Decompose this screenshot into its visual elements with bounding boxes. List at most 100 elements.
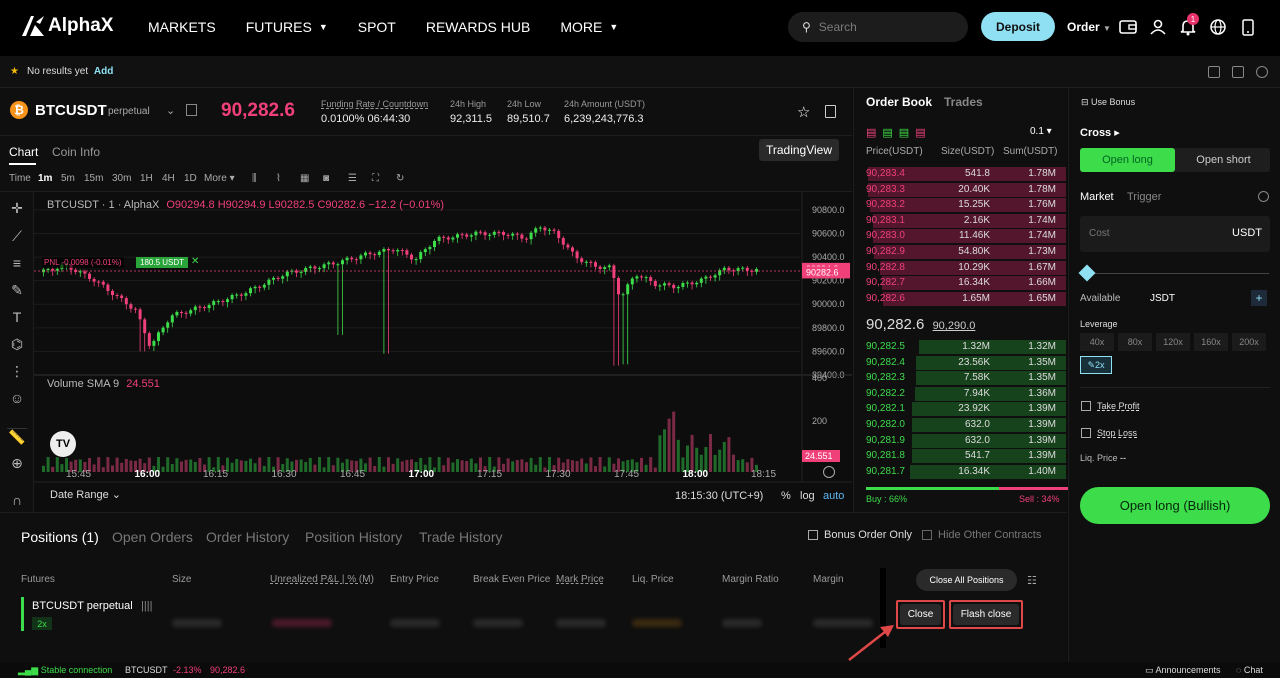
slider-handle[interactable] — [1078, 264, 1096, 282]
close-position-button[interactable]: Close — [900, 604, 941, 625]
cost-input[interactable]: Cost USDT — [1080, 216, 1270, 252]
filter-icon[interactable]: ☷ — [1027, 574, 1037, 587]
tab-trades[interactable]: Trades — [944, 95, 983, 109]
book-view-icons[interactable]: ▤▤▤▤ — [866, 126, 932, 139]
leverage-option-160x[interactable]: 160x — [1194, 333, 1228, 351]
star-icon[interactable]: ★ — [10, 66, 19, 77]
footer-symbol[interactable]: BTCUSDT — [125, 665, 168, 675]
percent-toggle[interactable]: % — [781, 490, 791, 502]
order-book-row[interactable]: 90,282.9 54.80K 1.73M — [866, 245, 1066, 259]
mark-price[interactable]: 90,290.0 — [933, 320, 976, 332]
use-bonus-toggle[interactable]: ⊟ Use Bonus — [1081, 97, 1135, 108]
order-menu[interactable]: Order ▼ — [1067, 20, 1111, 34]
tradingview-logo-icon[interactable]: TV — [50, 431, 76, 457]
price-chart[interactable]: 90800.0 90600.0 90400.0 90200.0 90000.0 89800… — [34, 192, 852, 512]
order-book-row[interactable]: 90,282.8 10.29K 1.67M — [866, 260, 1066, 275]
amount-slider[interactable] — [1085, 273, 1269, 274]
submit-open-long-button[interactable]: Open long (Bullish) — [1080, 487, 1270, 524]
log-toggle[interactable]: log — [800, 490, 815, 502]
order-book-row[interactable]: 90,283.1 2.16K 1.74M — [866, 213, 1066, 228]
funding-label[interactable]: Funding Rate / Countdown — [321, 99, 428, 109]
wallet-icon[interactable] — [1117, 16, 1139, 38]
interval-5m[interactable]: 5m — [61, 173, 75, 184]
leverage-option-80x[interactable]: 80x — [1118, 333, 1152, 351]
order-book-row[interactable]: 90,282.1 23.92K 1.39M — [866, 402, 1066, 417]
list-icon[interactable]: ☰ — [348, 173, 357, 184]
interval-4h[interactable]: 4H — [162, 173, 175, 184]
magnet-icon[interactable]: ∩ — [7, 492, 27, 508]
deposit-button[interactable]: Deposit — [981, 12, 1055, 41]
tab-trigger[interactable]: Trigger — [1127, 191, 1161, 203]
tab-open-orders[interactable]: Open Orders — [112, 529, 193, 545]
order-book-row[interactable]: 90,281.7 16.34K 1.40M — [866, 464, 1066, 479]
add-favorite-link[interactable]: Add — [94, 66, 113, 77]
interval-30m[interactable]: 30m — [112, 173, 131, 184]
trendline-icon[interactable]: ⟋ — [7, 228, 27, 244]
flash-close-button[interactable]: Flash close — [953, 604, 1019, 625]
tab-chart[interactable]: Chart — [9, 145, 38, 159]
tab-position-history[interactable]: Position History — [305, 529, 402, 545]
nav-spot[interactable]: SPOT — [358, 19, 396, 35]
nav-futures[interactable]: FUTURES ▼ — [246, 19, 328, 35]
order-book-row[interactable]: 90,281.8 541.7 1.39M — [866, 449, 1066, 464]
globe-icon[interactable] — [1207, 16, 1229, 38]
star-icon[interactable]: ☆ — [797, 103, 810, 121]
chevron-down-icon[interactable]: ⌄ — [166, 104, 175, 117]
order-book-row[interactable]: 90,282.5 1.32M 1.32M — [866, 340, 1066, 354]
nav-rewards-hub[interactable]: REWARDS HUB — [426, 19, 531, 35]
refresh-icon[interactable]: ↻ — [396, 173, 404, 184]
tab-order-history[interactable]: Order History — [206, 529, 289, 545]
interval-15m[interactable]: 15m — [84, 173, 103, 184]
order-book-row[interactable]: 90,282.4 23.56K 1.35M — [866, 355, 1066, 370]
candlestick-chart[interactable]: 90800.090600.090400.090200.090000.089800… — [34, 192, 852, 512]
leverage-option-200x[interactable]: 200x — [1232, 333, 1266, 351]
interval-1h[interactable]: 1H — [140, 173, 153, 184]
announcements-link[interactable]: ▭ Announcements — [1145, 665, 1221, 676]
leverage-option-40x[interactable]: 40x — [1080, 333, 1114, 351]
leverage-option-120x[interactable]: 120x — [1156, 333, 1190, 351]
plus-icon[interactable]: + — [1251, 290, 1267, 306]
order-book-row[interactable]: 90,282.6 1.65M 1.65M — [866, 291, 1066, 306]
layout-icon[interactable] — [1208, 66, 1220, 78]
open-long-tab[interactable]: Open long — [1080, 148, 1175, 172]
order-book-row[interactable]: 90,282.3 7.58K 1.35M — [866, 371, 1066, 386]
pair-symbol[interactable]: BTCUSDT — [35, 102, 107, 119]
ruler-icon[interactable]: 📏 — [7, 428, 27, 445]
fullscreen-icon[interactable]: ⛶ — [372, 173, 379, 184]
close-icon[interactable]: ✕ — [191, 256, 199, 267]
order-book-row[interactable]: 90,282.0 632.0 1.39M — [866, 418, 1066, 432]
bookmark-icon[interactable] — [186, 104, 197, 116]
take-profit-checkbox[interactable] — [1081, 401, 1091, 411]
candle-type-icon[interactable]: ⫼ — [252, 173, 257, 184]
tab-positions[interactable]: Positions (1) — [21, 529, 99, 545]
precision-select[interactable]: 0.1 ▾ — [1030, 126, 1052, 137]
indicator-icon[interactable]: ⌇ — [276, 173, 281, 184]
tab-coin-info[interactable]: Coin Info — [52, 145, 100, 159]
brush-icon[interactable]: ✎ — [7, 282, 27, 298]
order-book-row[interactable]: 90,283.2 15.25K 1.76M — [866, 198, 1066, 213]
info-icon[interactable] — [1258, 191, 1269, 202]
position-symbol[interactable]: BTCUSDT perpetual — [32, 600, 133, 612]
user-icon[interactable] — [1147, 16, 1169, 38]
forecast-icon[interactable]: ⋮ — [7, 363, 27, 379]
crosshair-icon[interactable]: ✛ — [7, 200, 27, 216]
nav-more[interactable]: MORE ▼ — [560, 19, 618, 35]
notes-icon[interactable] — [825, 105, 836, 118]
close-all-positions-button[interactable]: Close All Positions — [916, 569, 1017, 591]
emoji-icon[interactable]: ☺ — [7, 390, 27, 406]
order-book-row[interactable]: 90,283.3 20.40K 1.78M — [866, 182, 1066, 197]
tab-market[interactable]: Market — [1080, 191, 1114, 203]
tradingview-button[interactable]: TradingView — [759, 139, 839, 161]
interval-1d[interactable]: 1D — [184, 173, 197, 184]
hide-other-checkbox[interactable] — [922, 530, 932, 540]
horizontal-lines-icon[interactable]: ≡ — [7, 255, 27, 271]
search-input[interactable]: ⚲ Search — [788, 12, 968, 42]
interval-1m[interactable]: 1m — [38, 173, 52, 184]
camera-icon[interactable]: ◙ — [323, 173, 329, 184]
gear-icon[interactable] — [1256, 66, 1268, 78]
interval-more[interactable]: More ▾ — [204, 173, 235, 184]
bonus-only-checkbox[interactable] — [808, 530, 818, 540]
order-book-row[interactable]: 90,282.2 7.94K 1.36M — [866, 386, 1066, 401]
order-book-row[interactable]: 90,282.7 16.34K 1.66M — [866, 276, 1066, 291]
chat-link[interactable]: ◌ Chat — [1236, 665, 1263, 675]
